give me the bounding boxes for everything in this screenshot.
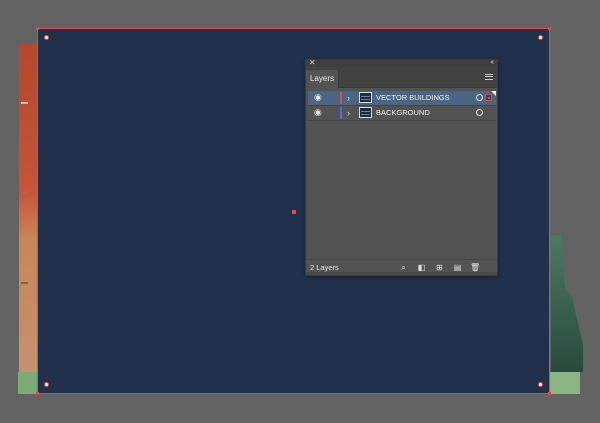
layer-color-indicator	[340, 107, 342, 119]
panel-titlebar[interactable]: ✕ ‹‹	[306, 58, 497, 67]
building-artwork-left	[19, 44, 39, 372]
anchor-point[interactable]	[36, 392, 39, 395]
panel-resize-grip[interactable]	[306, 272, 497, 275]
eye-icon[interactable]: ◉	[314, 108, 323, 117]
layer-name[interactable]: BACKGROUND	[376, 106, 430, 120]
tree-artwork-right	[551, 235, 583, 372]
layer-list: ◉ › VECTOR BUILDINGS ◉ › BACKGROUND	[308, 91, 496, 121]
resize-handle-top-left[interactable]	[44, 35, 49, 40]
new-sublayer-icon[interactable]: ⊞	[435, 263, 444, 272]
trash-icon[interactable]: 🗑	[470, 263, 480, 272]
layer-color-indicator	[340, 92, 342, 104]
anchor-point[interactable]	[36, 27, 39, 30]
layer-thumbnail	[359, 107, 372, 118]
grass-artwork-right	[548, 372, 580, 394]
layers-panel: ✕ ‹‹ Layers ◉ › VECTOR BUILDINGS ◉ › BAC…	[305, 58, 498, 276]
panel-tabbar: Layers	[306, 67, 497, 88]
target-icon[interactable]	[476, 109, 483, 116]
layer-name[interactable]: VECTOR BUILDINGS	[376, 91, 450, 105]
clipping-mask-icon[interactable]: ◧	[417, 263, 426, 272]
search-icon[interactable]: ⌕	[399, 263, 408, 272]
resize-handle-bottom-left[interactable]	[44, 382, 49, 387]
current-layer-indicator	[491, 91, 496, 96]
target-icon[interactable]	[476, 94, 483, 101]
anchor-point[interactable]	[548, 392, 551, 395]
anchor-point[interactable]	[548, 27, 551, 30]
tab-layers[interactable]: Layers	[306, 70, 339, 88]
eye-icon[interactable]: ◉	[314, 93, 323, 102]
resize-handle-bottom-right[interactable]	[538, 382, 543, 387]
expand-chevron-icon[interactable]: ›	[347, 91, 350, 105]
new-layer-icon[interactable]: ▤	[453, 263, 462, 272]
resize-handle-top-right[interactable]	[538, 35, 543, 40]
layer-row-background[interactable]: ◉ › BACKGROUND	[308, 106, 496, 121]
panel-menu-icon[interactable]	[485, 74, 493, 80]
center-point	[292, 210, 296, 214]
layer-thumbnail	[359, 92, 372, 103]
layer-row-vector-buildings[interactable]: ◉ › VECTOR BUILDINGS	[308, 91, 496, 106]
expand-chevron-icon[interactable]: ›	[347, 106, 350, 120]
